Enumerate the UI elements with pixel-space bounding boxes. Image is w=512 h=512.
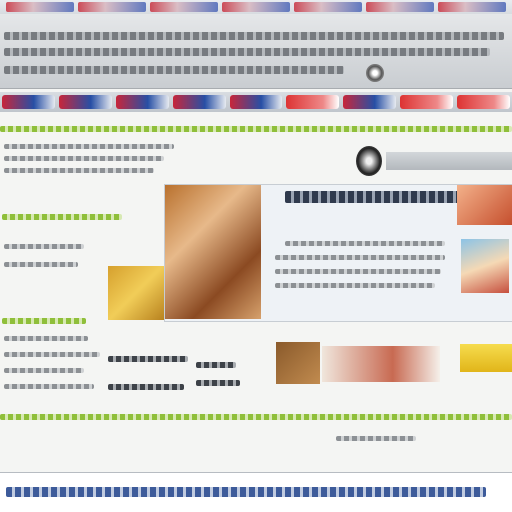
thumbnail-image[interactable]	[108, 266, 164, 320]
browser-tab[interactable]	[6, 2, 74, 12]
tile-button[interactable]	[460, 344, 512, 372]
tile-image[interactable]	[276, 342, 320, 384]
text-line	[4, 156, 164, 161]
nav-item[interactable]	[172, 95, 226, 109]
webpage-screenshot	[0, 0, 512, 512]
nav-item[interactable]	[343, 95, 397, 109]
breadcrumb	[0, 126, 512, 132]
sidebar-heading	[2, 214, 122, 220]
nav-item[interactable]	[2, 95, 55, 109]
featured-headline[interactable]	[285, 191, 475, 203]
featured-text-line	[275, 269, 441, 274]
browser-tab[interactable]	[366, 2, 434, 12]
text-line	[4, 168, 154, 173]
featured-photo[interactable]	[165, 185, 261, 319]
link-text[interactable]	[196, 362, 236, 368]
link-text[interactable]	[196, 380, 240, 386]
tile-banner[interactable]	[322, 346, 440, 382]
browser-tab-strip	[0, 0, 512, 14]
nav-item[interactable]	[115, 95, 169, 109]
divider	[0, 414, 512, 420]
section-heading	[2, 318, 86, 324]
text-line	[4, 384, 94, 389]
site-header	[0, 14, 512, 89]
featured-side-image[interactable]	[461, 239, 509, 293]
footer-link[interactable]	[336, 436, 416, 441]
text-line	[4, 244, 84, 249]
footer-text	[6, 487, 486, 497]
main-nav	[0, 92, 512, 112]
featured-story[interactable]	[164, 184, 512, 322]
browser-tab[interactable]	[150, 2, 218, 12]
search-box[interactable]	[386, 152, 512, 170]
nav-item[interactable]	[229, 95, 283, 109]
browser-tab[interactable]	[222, 2, 290, 12]
browser-tab[interactable]	[438, 2, 506, 12]
user-avatar-icon[interactable]	[356, 146, 382, 176]
browser-tab[interactable]	[294, 2, 362, 12]
page-footer	[0, 472, 512, 512]
featured-text-line	[275, 255, 445, 260]
text-line	[4, 262, 78, 267]
link-text[interactable]	[108, 384, 184, 390]
globe-icon[interactable]	[366, 64, 384, 82]
text-line	[4, 144, 174, 149]
text-line	[4, 352, 100, 357]
featured-text-line	[275, 283, 435, 288]
featured-text-line	[285, 241, 445, 246]
text-line	[4, 368, 84, 373]
text-line	[4, 336, 88, 341]
header-text-line	[4, 66, 344, 74]
nav-item[interactable]	[58, 95, 112, 109]
nav-item[interactable]	[286, 95, 340, 109]
header-text-line	[4, 48, 490, 56]
nav-item[interactable]	[400, 95, 454, 109]
nav-item[interactable]	[457, 95, 511, 109]
link-text[interactable]	[108, 356, 188, 362]
featured-badge	[457, 185, 512, 225]
browser-tab[interactable]	[78, 2, 146, 12]
header-text-line	[4, 32, 504, 40]
